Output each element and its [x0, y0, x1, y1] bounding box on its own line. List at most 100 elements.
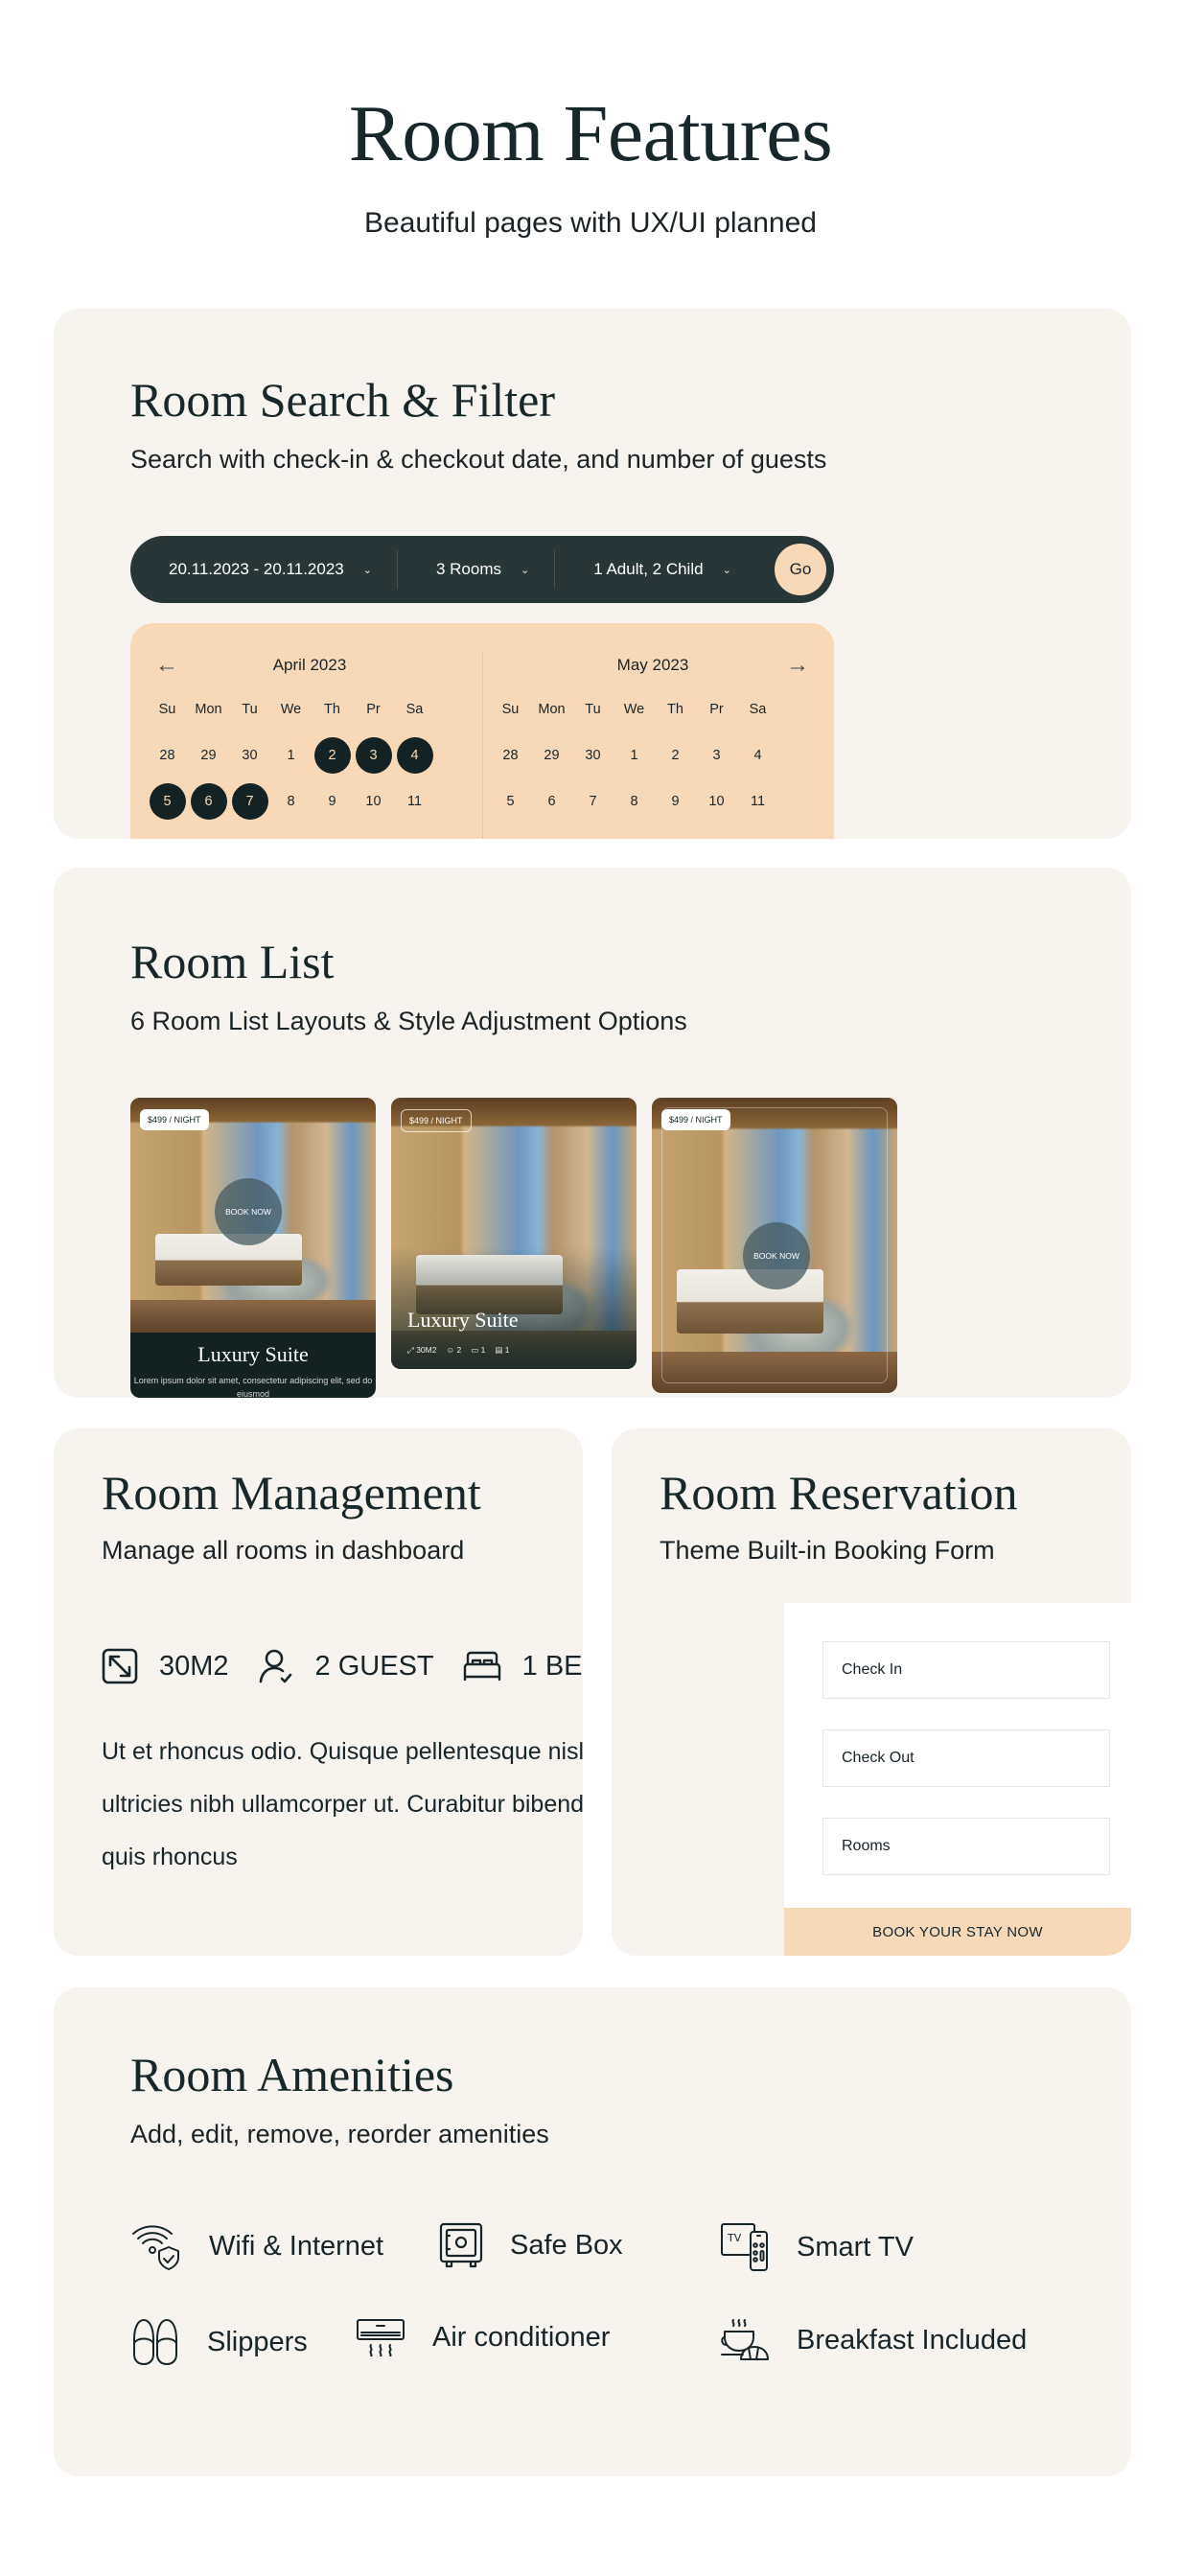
day-number: 8 — [287, 794, 295, 809]
amenity-label: Slippers — [207, 2326, 308, 2357]
day-number: 8 — [630, 794, 638, 809]
weekday-label: Th — [667, 702, 683, 717]
day-number: 11 — [406, 794, 423, 809]
calendar-day[interactable]: 28 — [490, 732, 531, 778]
calendar-day[interactable]: 1 — [270, 732, 312, 778]
calendar-day[interactable]: 1 — [614, 732, 655, 778]
calendar-day[interactable]: 2 — [312, 732, 353, 778]
amenity-label: Smart TV — [797, 2231, 914, 2263]
calendar-day[interactable]: 15 — [270, 824, 312, 839]
svg-text:TV: TV — [727, 2232, 742, 2244]
calendar-day[interactable]: 7 — [229, 778, 270, 824]
calendar-day[interactable]: 18 — [737, 824, 778, 839]
search-bar: 20.11.2023 - 20.11.2023 ⌄ 3 Rooms ⌄ 1 Ad… — [130, 536, 834, 603]
check-out-field[interactable]: Check Out — [822, 1729, 1110, 1787]
calendar-day[interactable]: 10 — [696, 778, 737, 824]
calendar-day[interactable]: 14 — [229, 824, 270, 839]
calendar-day[interactable]: 13 — [188, 824, 229, 839]
air-conditioner-icon — [357, 2319, 405, 2356]
chevron-down-icon: ⌄ — [362, 564, 372, 576]
month-title: April 2023 — [272, 656, 347, 674]
beds-feature: 1 BED — [463, 1651, 583, 1683]
room-card-caption-layout[interactable]: $499 / NIGHT BOOK NOW Luxury Suite Lorem… — [130, 1098, 376, 1398]
day-number: 2 — [671, 748, 680, 763]
date-range-select[interactable]: 20.11.2023 - 20.11.2023 ⌄ — [130, 536, 397, 603]
weekday-label: Mon — [538, 702, 566, 717]
weekday-label: Su — [158, 702, 176, 717]
calendar-day[interactable]: 4 — [737, 732, 778, 778]
guests-select[interactable]: 1 Adult, 2 Child ⌄ — [555, 536, 756, 603]
calendar-day[interactable]: 12 — [147, 824, 188, 839]
calendar-day[interactable]: 3 — [353, 732, 394, 778]
rooms-value: 3 Rooms — [435, 560, 501, 578]
section-subtitle: Add, edit, remove, reorder amenities — [130, 2120, 549, 2148]
day-number: 13 — [191, 829, 227, 839]
resize-icon — [102, 1648, 138, 1684]
calendar-day[interactable]: 6 — [188, 778, 229, 824]
calendar-day[interactable]: 5 — [490, 778, 531, 824]
baths-stat: ▤ 1 — [495, 1345, 509, 1356]
weekday-label: Sa — [405, 702, 424, 717]
day-number: 10 — [365, 794, 382, 809]
calendar-day[interactable]: 29 — [531, 732, 572, 778]
calendar-day[interactable]: 6 — [531, 778, 572, 824]
calendar-day[interactable]: 10 — [353, 778, 394, 824]
calendar-day[interactable]: 28 — [147, 732, 188, 778]
calendar-day[interactable]: 9 — [312, 778, 353, 824]
price-badge: $499 / NIGHT — [401, 1109, 472, 1132]
day-number: 4 — [753, 748, 762, 763]
calendar-day[interactable]: 2 — [655, 732, 696, 778]
room-description: Ut et rhoncus odio. Quisque pellentesque… — [102, 1726, 583, 1884]
section-subtitle: Search with check-in & checkout date, an… — [130, 445, 827, 474]
calendar-day[interactable]: 14 — [572, 824, 614, 839]
calendar-day[interactable]: 15 — [614, 824, 655, 839]
wifi-shield-icon — [132, 2225, 179, 2270]
calendar-day[interactable]: 8 — [270, 778, 312, 824]
rooms-field[interactable]: Rooms — [822, 1818, 1110, 1875]
area-value: 30M2 — [416, 1345, 437, 1355]
calendar-day[interactable]: 3 — [696, 732, 737, 778]
book-now-button[interactable]: BOOK NOW — [743, 1222, 810, 1289]
day-number: 1 — [287, 748, 295, 763]
calendar-day[interactable]: 7 — [572, 778, 614, 824]
beds-value: 1 BED — [521, 1650, 583, 1682]
user-check-icon — [259, 1649, 291, 1683]
calendar-day[interactable]: 16 — [655, 824, 696, 839]
calendar-day[interactable]: 12 — [490, 824, 531, 839]
weekday-label: We — [280, 702, 302, 717]
calendar-day[interactable]: 18 — [394, 824, 435, 839]
amenity-item: Breakfast Included — [720, 2318, 1027, 2362]
section-subtitle: 6 Room List Layouts & Style Adjustment O… — [130, 1007, 687, 1035]
room-card-framed-layout[interactable]: $499 / NIGHT BOOK NOW — [652, 1098, 897, 1393]
calendar-day[interactable]: 16 — [312, 824, 353, 839]
amenity-label: Breakfast Included — [797, 2324, 1028, 2356]
go-button[interactable]: Go — [775, 544, 826, 595]
calendar-divider — [482, 652, 483, 839]
weekday-label: We — [623, 702, 645, 717]
rooms-select[interactable]: 3 Rooms ⌄ — [398, 536, 554, 603]
check-in-field[interactable]: Check In — [822, 1641, 1110, 1699]
calendar-day[interactable]: 17 — [696, 824, 737, 839]
bed-icon — [463, 1651, 500, 1682]
calendar-day[interactable]: 30 — [572, 732, 614, 778]
day-number: 7 — [231, 783, 268, 820]
day-number: 4 — [396, 737, 433, 774]
calendar-day[interactable]: 9 — [655, 778, 696, 824]
calendar-day[interactable]: 5 — [147, 778, 188, 824]
calendar-day[interactable]: 8 — [614, 778, 655, 824]
calendar-day[interactable]: 17 — [353, 824, 394, 839]
room-features-row: 30M2 2 GUEST 1 BED — [102, 1647, 583, 1685]
book-now-button[interactable]: BOOK NOW — [215, 1178, 282, 1245]
calendar-day[interactable]: 11 — [737, 778, 778, 824]
calendar-day[interactable]: 11 — [394, 778, 435, 824]
day-number: 3 — [712, 748, 721, 763]
room-card-overlay-layout[interactable]: $499 / NIGHT Luxury Suite ⤢ 30M2 ☺ 2 ▭ 1… — [391, 1098, 637, 1369]
book-your-stay-button[interactable]: BOOK YOUR STAY NOW — [784, 1908, 1131, 1956]
weekday-label: Tu — [242, 702, 258, 717]
calendar-day[interactable]: 13 — [531, 824, 572, 839]
calendar-grid: SuMonTuWeThPrSa2829301234567891011121314… — [490, 700, 778, 839]
calendar-day[interactable]: 30 — [229, 732, 270, 778]
calendar-day[interactable]: 29 — [188, 732, 229, 778]
calendar-day[interactable]: 4 — [394, 732, 435, 778]
area-stat: ⤢ 30M2 — [407, 1345, 436, 1356]
